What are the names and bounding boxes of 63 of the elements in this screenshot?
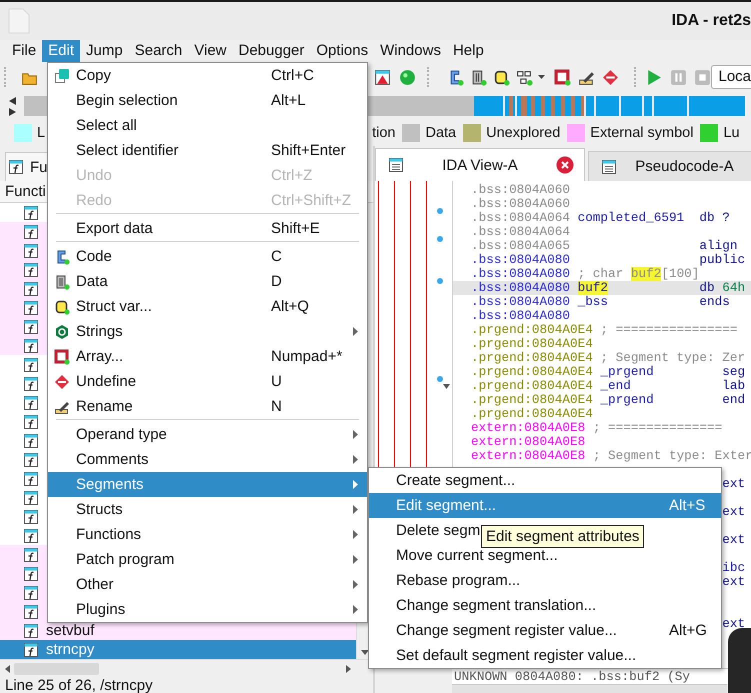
legend-label: Unexplored <box>486 125 560 141</box>
menu-shortcut: D <box>271 273 283 290</box>
line-address: .bss:0804A060 <box>471 197 571 211</box>
line-address: .bss:0804A080 <box>471 253 571 267</box>
menu-shortcut: Ctrl+Z <box>271 167 314 184</box>
menu-shortcut: Ctrl+C <box>271 67 315 84</box>
menu-shortcut: Ctrl+Shift+Z <box>271 192 352 209</box>
code-instruction: align <box>699 239 738 253</box>
code-instruction: ext <box>722 575 746 589</box>
code-instruction: _bss ends <box>578 295 730 309</box>
menu-shortcut: C <box>271 248 283 265</box>
menu-shortcut: Alt+Q <box>271 298 310 315</box>
menu-shortcut: Alt+S <box>669 497 706 514</box>
menu-shortcut: Shift+Enter <box>271 142 347 159</box>
code-instruction: public <box>699 253 746 267</box>
line-address: .bss:0804A060 <box>471 183 571 197</box>
code-instruction: ibc <box>722 561 746 575</box>
line-address: .bss:0804A080 <box>471 309 571 323</box>
code-instruction: ; =============== <box>592 421 722 435</box>
legend-label: External symbol <box>590 125 694 141</box>
line-address: .bss:0804A064 <box>471 211 571 225</box>
code-instruction: ext <box>722 617 746 631</box>
menu-shortcut: N <box>271 398 283 415</box>
line-address: .prgend:0804A0E4 <box>471 365 594 379</box>
tooltip: Edit segment attributes <box>481 525 644 548</box>
code-instruction: ext <box>722 533 746 547</box>
tab-label: IDA View-A <box>441 156 519 174</box>
line-address: .prgend:0804A0E4 <box>471 379 594 393</box>
line-address: .prgend:0804A0E4 <box>471 351 594 365</box>
menu-shortcut: Alt+G <box>669 622 707 639</box>
tab-label: Pseudocode-A <box>634 158 735 175</box>
legend-label: L <box>37 125 46 141</box>
menu-shortcut: Shift+E <box>271 220 321 237</box>
code-instruction: ext <box>722 477 746 491</box>
line-address: extern:0804A0E8 <box>471 421 586 435</box>
line-address: .prgend:0804A0E4 <box>471 407 594 421</box>
line-address: .prgend:0804A0E4 <box>471 337 594 351</box>
code-instruction: buf2 db 64h <box>578 281 746 295</box>
code-instruction: ; char buf2[100] <box>578 267 700 281</box>
line-address: .bss:0804A065 <box>471 239 571 253</box>
line-address: extern:0804A0E8 <box>471 435 586 449</box>
line-address: .prgend:0804A0E4 <box>471 323 594 337</box>
code-instruction: ; Segment type: Zer <box>600 351 746 365</box>
line-address: .bss:0804A080 <box>471 295 571 309</box>
menu-shortcut: Alt+L <box>271 92 307 109</box>
line-address: extern:0804A0E8 <box>471 449 586 463</box>
line-address: .bss:0804A080 <box>471 281 571 295</box>
menu-shortcut: Numpad+* <box>271 348 344 365</box>
legend-label: Lu <box>723 125 740 141</box>
line-address: .bss:0804A064 <box>471 225 571 239</box>
status-text: Line 25 of 26, /strncpy <box>4 677 154 693</box>
legend-label: tion <box>372 125 396 141</box>
line-address: .prgend:0804A0E4 <box>471 393 594 407</box>
code-instruction: _end lab <box>600 379 746 393</box>
code-instruction: completed_6591 db ? <box>578 211 730 225</box>
legend-label: Data <box>425 125 456 141</box>
code-instruction: ; ================ <box>600 323 738 337</box>
window-title: IDA - ret2s <box>672 12 751 30</box>
code-instruction: ext <box>722 505 746 519</box>
code-instruction: _prgend end <box>600 393 746 407</box>
code-instruction: _prgend seg <box>600 365 746 379</box>
line-address: .bss:0804A080 <box>471 267 571 281</box>
menu-shortcut: U <box>271 373 283 390</box>
